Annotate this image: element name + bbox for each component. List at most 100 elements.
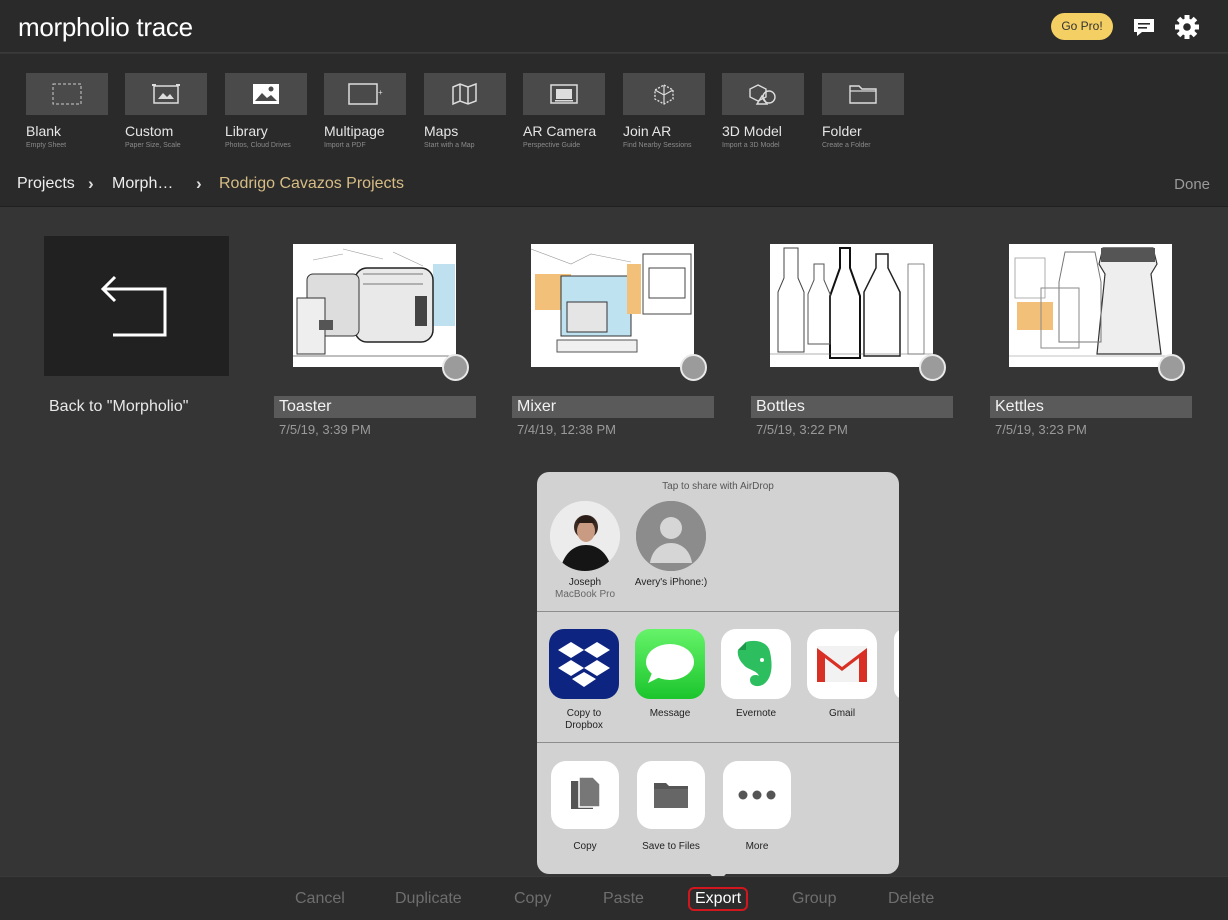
tool-sub: Find Nearby Sessions xyxy=(623,142,692,149)
project-name-field[interactable]: Bottles xyxy=(751,396,953,418)
tool-label: Multipage xyxy=(324,123,385,139)
share-copy-to-dropbox[interactable]: Copy to Dropbox xyxy=(541,629,627,732)
ellipsis-icon xyxy=(723,761,791,829)
ar-camera-icon xyxy=(523,73,605,115)
tool-label: Library xyxy=(225,123,268,139)
svg-text:+: + xyxy=(378,88,383,97)
contact-device: MacBook Pro xyxy=(554,589,616,600)
folder-icon xyxy=(637,761,705,829)
breadcrumb-morpholio[interactable]: Morph… xyxy=(112,175,173,193)
bottom-action-bar: Cancel Duplicate Copy Paste Export Group… xyxy=(0,876,1228,920)
breadcrumb-current: Rodrigo Cavazos Projects xyxy=(219,175,404,192)
tool-join-ar[interactable]: Join AR Find Nearby Sessions xyxy=(623,73,705,149)
action-label: Copy xyxy=(573,841,597,852)
more-apps-peek[interactable] xyxy=(894,629,899,699)
copy-button[interactable]: Copy xyxy=(514,890,551,908)
airdrop-contact-joseph[interactable]: Joseph MacBook Pro xyxy=(540,501,630,600)
done-button[interactable]: Done xyxy=(1174,176,1210,193)
tool-label: Join AR xyxy=(623,123,672,139)
project-thumbnail[interactable] xyxy=(531,244,694,367)
back-button[interactable] xyxy=(44,236,229,376)
tool-sub: Import a 3D Model xyxy=(722,142,780,149)
action-label: More xyxy=(745,841,769,852)
cube-icon xyxy=(623,73,705,115)
share-message[interactable]: Message xyxy=(627,629,713,720)
copy-icon xyxy=(551,761,619,829)
tool-label: Folder xyxy=(822,123,862,139)
action-label: Save to Files xyxy=(642,841,700,852)
share-sheet: Tap to share with AirDrop Joseph MacBook… xyxy=(537,472,899,874)
new-sheet-toolbar: Blank Empty Sheet Custom Paper Size, Sca… xyxy=(0,54,1228,160)
gear-icon[interactable] xyxy=(1173,13,1201,41)
project-name-field[interactable]: Kettles xyxy=(990,396,1192,418)
avatar xyxy=(550,501,620,571)
group-button[interactable]: Group xyxy=(792,890,836,908)
divider xyxy=(537,742,899,743)
tool-folder[interactable]: Folder Create a Folder xyxy=(822,73,904,149)
tool-sub: Import a PDF xyxy=(324,142,366,149)
divider xyxy=(537,611,899,612)
brand-bold: trace xyxy=(136,12,193,42)
share-evernote[interactable]: Evernote xyxy=(713,629,799,720)
tool-sub: Paper Size, Scale xyxy=(125,142,181,149)
selection-checkbox[interactable] xyxy=(919,354,946,381)
back-arrow-icon xyxy=(100,275,166,337)
project-date: 7/5/19, 3:23 PM xyxy=(995,422,1087,437)
back-label: Back to "Morpholio" xyxy=(49,398,189,415)
airdrop-hint: Tap to share with AirDrop xyxy=(662,481,774,492)
share-gmail[interactable]: Gmail xyxy=(799,629,885,720)
breadcrumb-projects[interactable]: Projects xyxy=(17,175,75,193)
tool-label: 3D Model xyxy=(722,123,782,139)
tool-library[interactable]: Library Photos, Cloud Drives xyxy=(225,73,307,149)
duplicate-button[interactable]: Duplicate xyxy=(395,890,462,908)
tool-sub: Start with a Map xyxy=(424,142,475,149)
app-label: Copy to Dropbox xyxy=(565,708,603,731)
selection-checkbox[interactable] xyxy=(680,354,707,381)
project-thumbnail[interactable] xyxy=(770,244,933,367)
tool-maps[interactable]: Maps Start with a Map xyxy=(424,73,506,149)
app-label: Gmail xyxy=(828,708,856,719)
project-thumbnail[interactable] xyxy=(1009,244,1172,367)
project-date: 7/4/19, 12:38 PM xyxy=(517,422,617,437)
go-pro-button[interactable]: Go Pro! xyxy=(1051,13,1113,40)
export-button[interactable]: Export xyxy=(688,887,749,911)
brand-light: morpholio xyxy=(18,12,130,42)
tool-blank[interactable]: Blank Empty Sheet xyxy=(26,73,108,149)
dropbox-icon xyxy=(549,629,619,699)
contact-name: Avery's iPhone:) xyxy=(634,577,708,588)
multipage-icon: + xyxy=(324,73,406,115)
tool-label: AR Camera xyxy=(523,123,597,139)
tool-label: Blank xyxy=(26,123,62,139)
tool-multipage[interactable]: + Multipage Import a PDF xyxy=(324,73,406,149)
chevron-right-icon: › xyxy=(196,174,202,193)
cancel-button[interactable]: Cancel xyxy=(295,890,345,908)
custom-size-icon xyxy=(125,73,207,115)
tool-sub: Create a Folder xyxy=(822,142,871,149)
action-save-to-files[interactable]: Save to Files xyxy=(628,761,714,852)
airdrop-contact-avery[interactable]: Avery's iPhone:) xyxy=(626,501,716,588)
paste-button[interactable]: Paste xyxy=(603,890,644,908)
project-name-field[interactable]: Mixer xyxy=(512,396,714,418)
selection-checkbox[interactable] xyxy=(442,354,469,381)
blank-sheet-icon xyxy=(26,73,108,115)
tool-ar-camera[interactable]: AR Camera Perspective Guide xyxy=(523,73,605,149)
project-name-field[interactable]: Toaster xyxy=(274,396,476,418)
contact-name: Joseph xyxy=(568,577,602,588)
selection-checkbox[interactable] xyxy=(1158,354,1185,381)
action-more[interactable]: More xyxy=(714,761,800,852)
tool-sub: Perspective Guide xyxy=(523,142,581,149)
tool-3d-model[interactable]: 3D Model Import a 3D Model xyxy=(722,73,804,149)
app-label: Message xyxy=(649,708,691,719)
shapes-icon xyxy=(722,73,804,115)
project-thumbnail[interactable] xyxy=(293,244,456,367)
action-copy[interactable]: Copy xyxy=(542,761,628,852)
image-icon xyxy=(225,73,307,115)
folder-icon xyxy=(822,73,904,115)
chat-icon[interactable] xyxy=(1130,13,1158,41)
tool-custom[interactable]: Custom Paper Size, Scale xyxy=(125,73,207,149)
project-date: 7/5/19, 3:22 PM xyxy=(756,422,848,437)
tool-label: Maps xyxy=(424,123,459,139)
tool-sub: Empty Sheet xyxy=(26,142,67,149)
delete-button[interactable]: Delete xyxy=(888,890,934,908)
tool-sub: Photos, Cloud Drives xyxy=(225,142,291,149)
